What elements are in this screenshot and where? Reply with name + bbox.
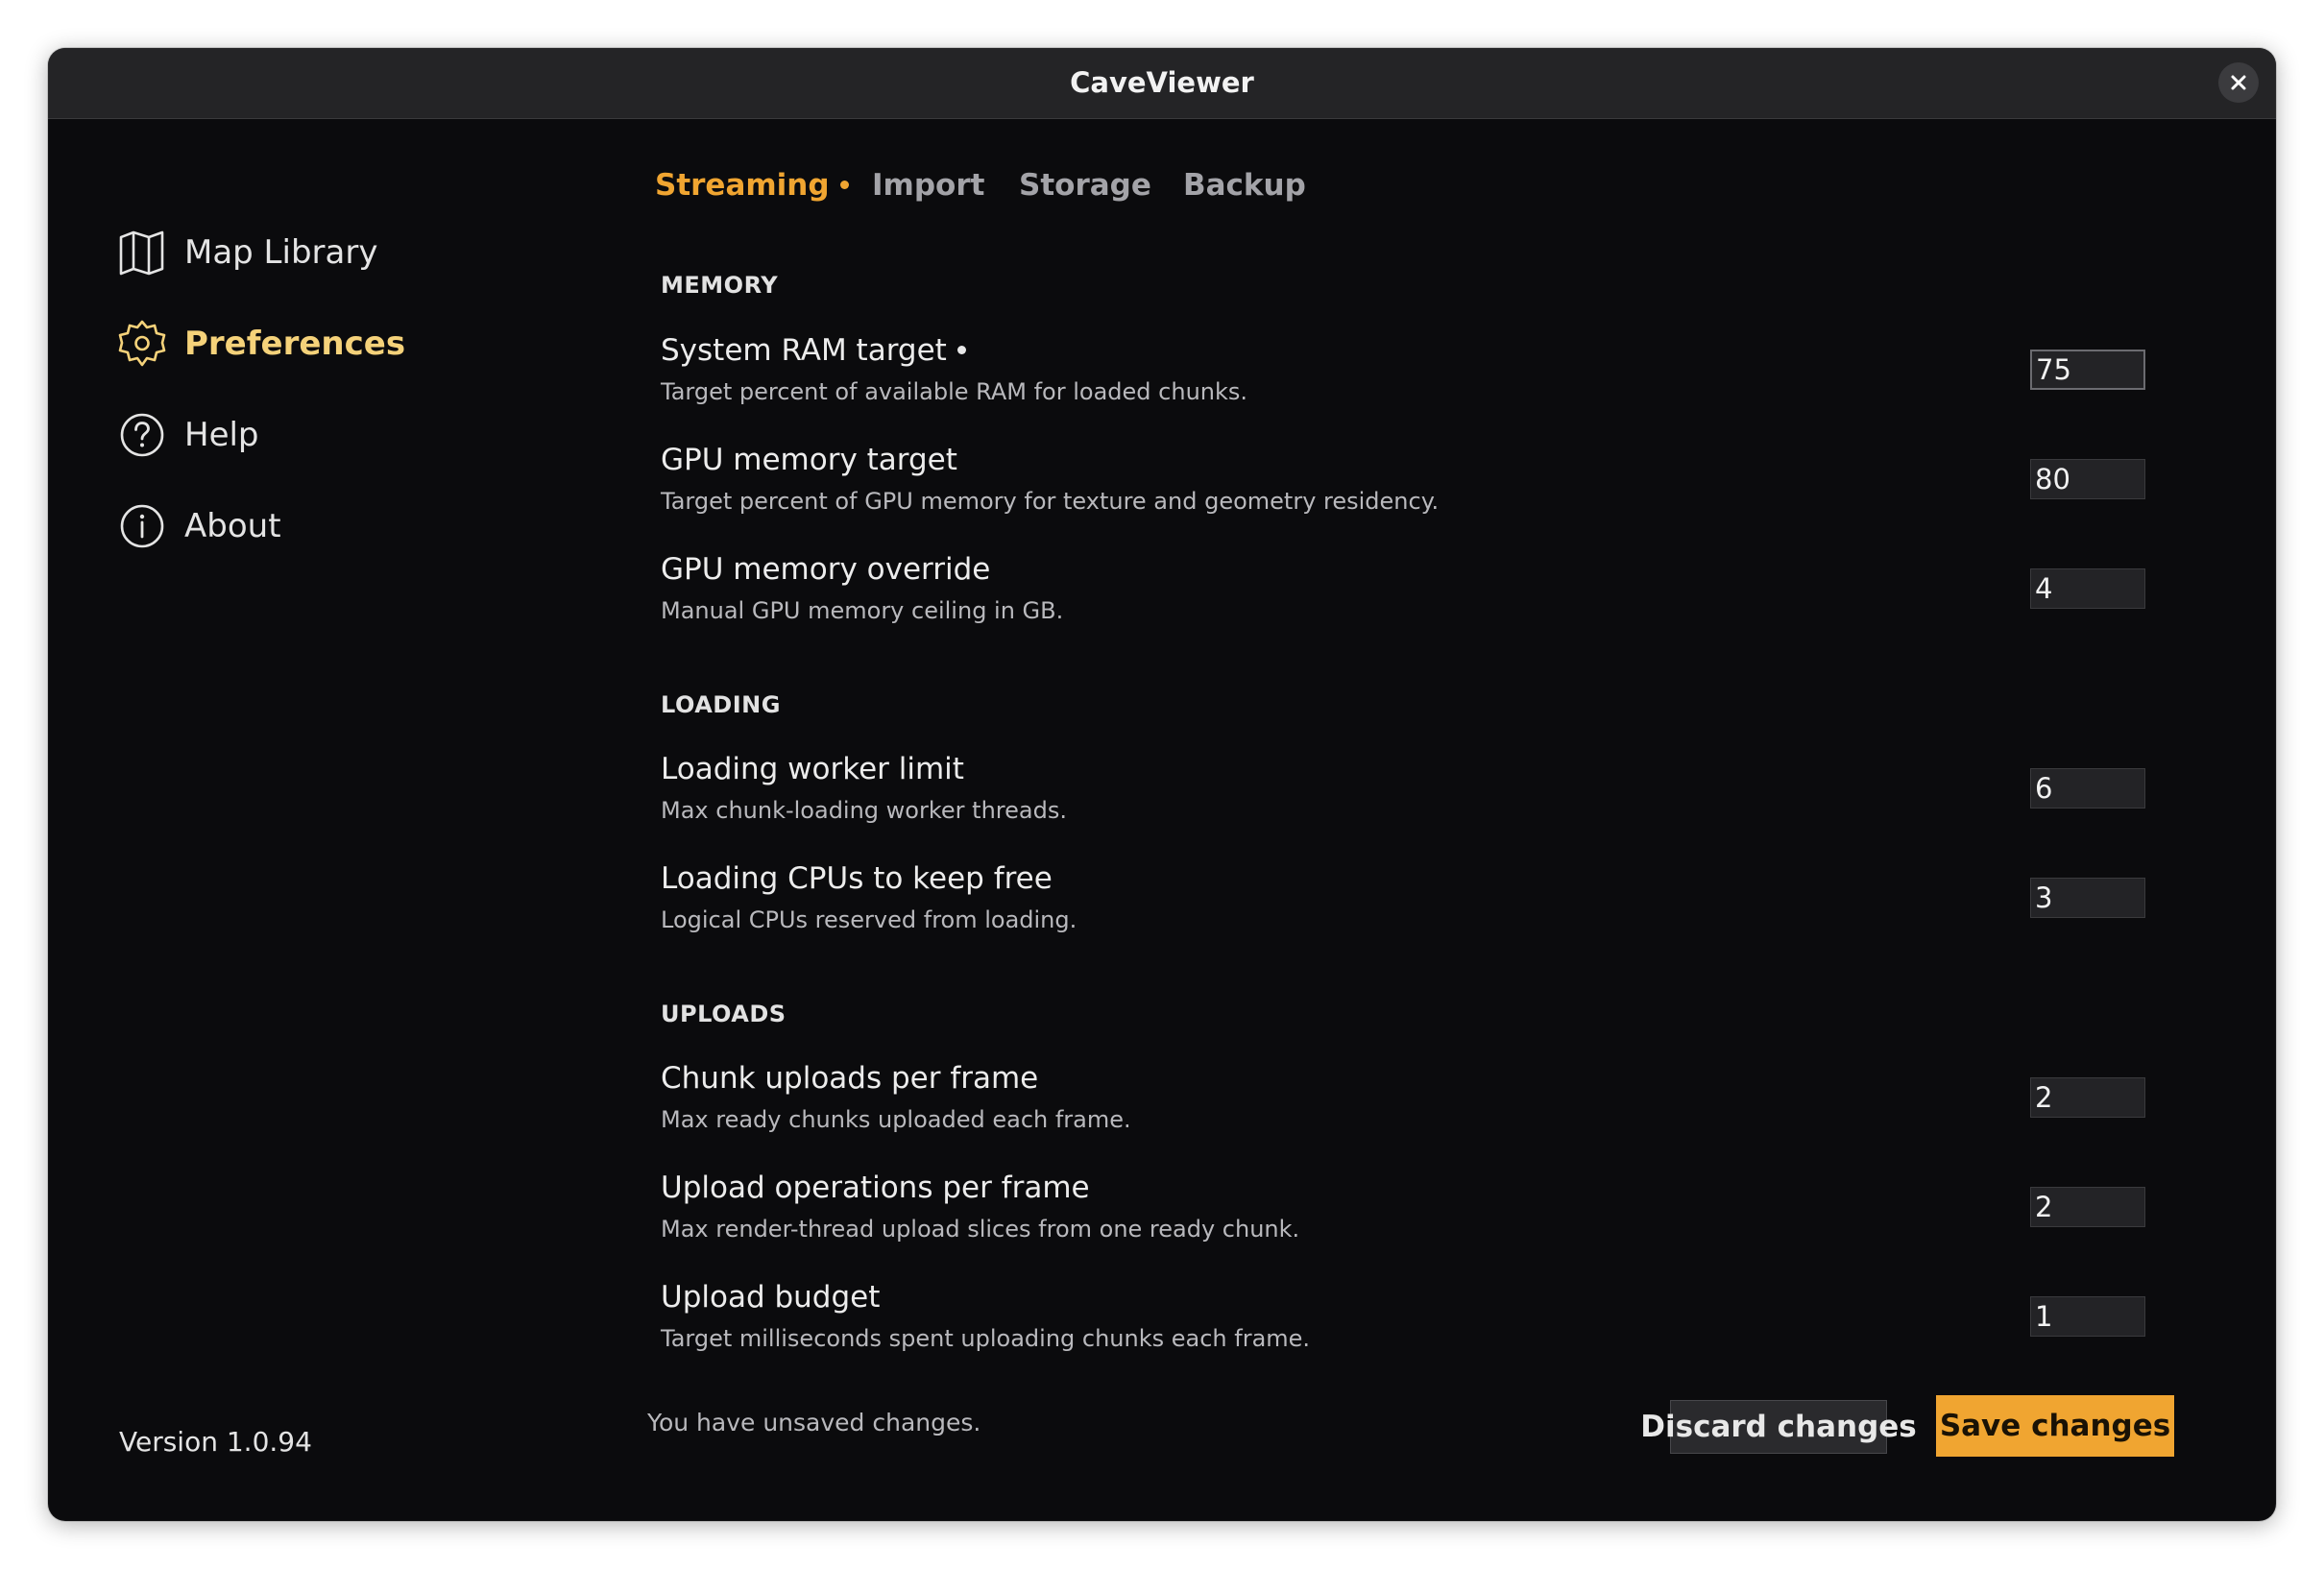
- upload-budget-input[interactable]: [2030, 1296, 2145, 1337]
- save-changes-button[interactable]: Save changes: [1936, 1395, 2174, 1457]
- setting-title: Loading CPUs to keep free: [661, 861, 1053, 896]
- setting-description: Target milliseconds spent uploading chun…: [661, 1325, 1311, 1352]
- gpu-memory-target-input[interactable]: [2030, 459, 2145, 499]
- tab-streaming[interactable]: Streaming: [655, 163, 849, 207]
- window-title: CaveViewer: [1070, 66, 1254, 99]
- map-icon: [119, 230, 164, 276]
- modified-dot: [839, 181, 849, 189]
- setting-description: Target percent of available RAM for load…: [661, 378, 1248, 405]
- tab-backup[interactable]: Backup: [1183, 163, 1306, 207]
- sidebar-item-help[interactable]: Help: [117, 406, 259, 464]
- chunk-uploads-per-frame-input[interactable]: [2030, 1077, 2145, 1118]
- setting-description: Target percent of GPU memory for texture…: [661, 488, 1440, 515]
- gpu-memory-override-input[interactable]: [2030, 568, 2145, 609]
- app-window: CaveViewer Map Library Preferences Help: [48, 48, 2276, 1521]
- setting-title: Upload operations per frame: [661, 1171, 1090, 1205]
- loading-cpus-free-input[interactable]: [2030, 878, 2145, 918]
- tab-label: Streaming: [655, 168, 830, 203]
- sidebar-item-preferences[interactable]: Preferences: [117, 315, 405, 373]
- setting-description: Logical CPUs reserved from loading.: [661, 906, 1077, 933]
- unsaved-status: You have unsaved changes.: [647, 1409, 981, 1436]
- modified-dot: [956, 346, 966, 354]
- setting-title: GPU memory override: [661, 552, 991, 587]
- sidebar-item-label: About: [184, 507, 281, 545]
- setting-description: Max chunk-loading worker threads.: [661, 797, 1067, 824]
- section-heading-uploads: UPLOADS: [661, 1001, 787, 1027]
- tab-label: Import: [872, 168, 985, 203]
- help-icon: [120, 413, 164, 457]
- setting-title: Upload budget: [661, 1280, 881, 1315]
- upload-operations-per-frame-input[interactable]: [2030, 1187, 2145, 1227]
- discard-changes-button[interactable]: Discard changes: [1640, 1400, 1917, 1454]
- loading-worker-limit-input[interactable]: [2030, 768, 2145, 809]
- section-heading-memory: MEMORY: [661, 272, 779, 299]
- system-ram-target-input[interactable]: [2030, 350, 2145, 390]
- setting-description: Max ready chunks uploaded each frame.: [661, 1106, 1131, 1133]
- sidebar-item-label: Preferences: [184, 325, 406, 363]
- version-label: Version 1.0.94: [119, 1426, 312, 1458]
- title-bar: CaveViewer: [48, 48, 2276, 119]
- sidebar-item-label: Help: [184, 416, 259, 454]
- sidebar-item-label: Map Library: [184, 233, 378, 272]
- tab-label: Storage: [1019, 168, 1151, 203]
- info-icon: [120, 504, 164, 548]
- tab-label: Backup: [1183, 168, 1306, 203]
- tab-import[interactable]: Import: [872, 163, 984, 207]
- gear-icon: [118, 320, 166, 367]
- setting-title: GPU memory target: [661, 443, 957, 477]
- tab-storage[interactable]: Storage: [1019, 163, 1151, 207]
- section-heading-loading: LOADING: [661, 691, 781, 718]
- setting-description: Max render-thread upload slices from one…: [661, 1216, 1300, 1243]
- sidebar-item-map-library[interactable]: Map Library: [117, 224, 377, 281]
- setting-title: System RAM target: [661, 333, 966, 368]
- close-icon: [2231, 75, 2246, 90]
- setting-title: Chunk uploads per frame: [661, 1061, 1039, 1096]
- close-button[interactable]: [2218, 62, 2259, 103]
- setting-title: Loading worker limit: [661, 752, 964, 786]
- setting-description: Manual GPU memory ceiling in GB.: [661, 597, 1064, 624]
- sidebar-item-about[interactable]: About: [117, 497, 281, 555]
